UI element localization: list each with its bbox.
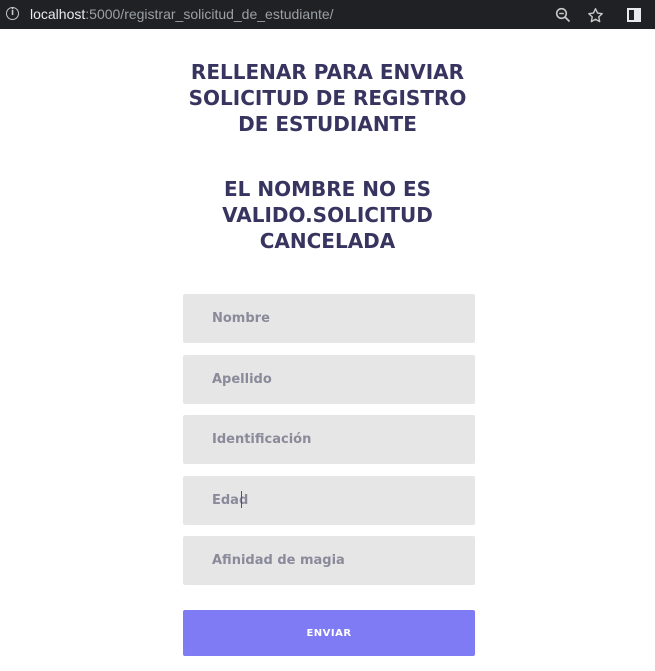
- identificacion-input[interactable]: [183, 415, 475, 464]
- info-icon[interactable]: i: [6, 7, 19, 20]
- page-content: RELLENAR PARA ENVIAR SOLICITUD DE REGIST…: [0, 29, 655, 671]
- enviar-button[interactable]: ENVIAR: [183, 610, 475, 656]
- bookmark-star-icon[interactable]: [585, 5, 605, 25]
- error-message: EL NOMBRE NO ES VALIDO.SOLICITUD CANCELA…: [222, 177, 433, 253]
- apellido-input[interactable]: [183, 355, 475, 404]
- edad-input[interactable]: [183, 476, 475, 525]
- url-field[interactable]: localhost:5000/registrar_solicitud_de_es…: [30, 6, 334, 22]
- sidepanel-icon[interactable]: [624, 5, 644, 25]
- page-title: RELLENAR PARA ENVIAR SOLICITUD DE REGIST…: [188, 60, 467, 136]
- url-host: localhost: [30, 6, 86, 22]
- zoom-icon[interactable]: [553, 5, 573, 25]
- browser-address-bar: i localhost:5000/registrar_solicitud_de_…: [0, 0, 655, 29]
- nombre-input[interactable]: [183, 294, 475, 343]
- url-path: :5000/registrar_solicitud_de_estudiante/: [85, 6, 334, 22]
- afinidad-magia-input[interactable]: [183, 536, 475, 585]
- text-cursor: [241, 491, 242, 508]
